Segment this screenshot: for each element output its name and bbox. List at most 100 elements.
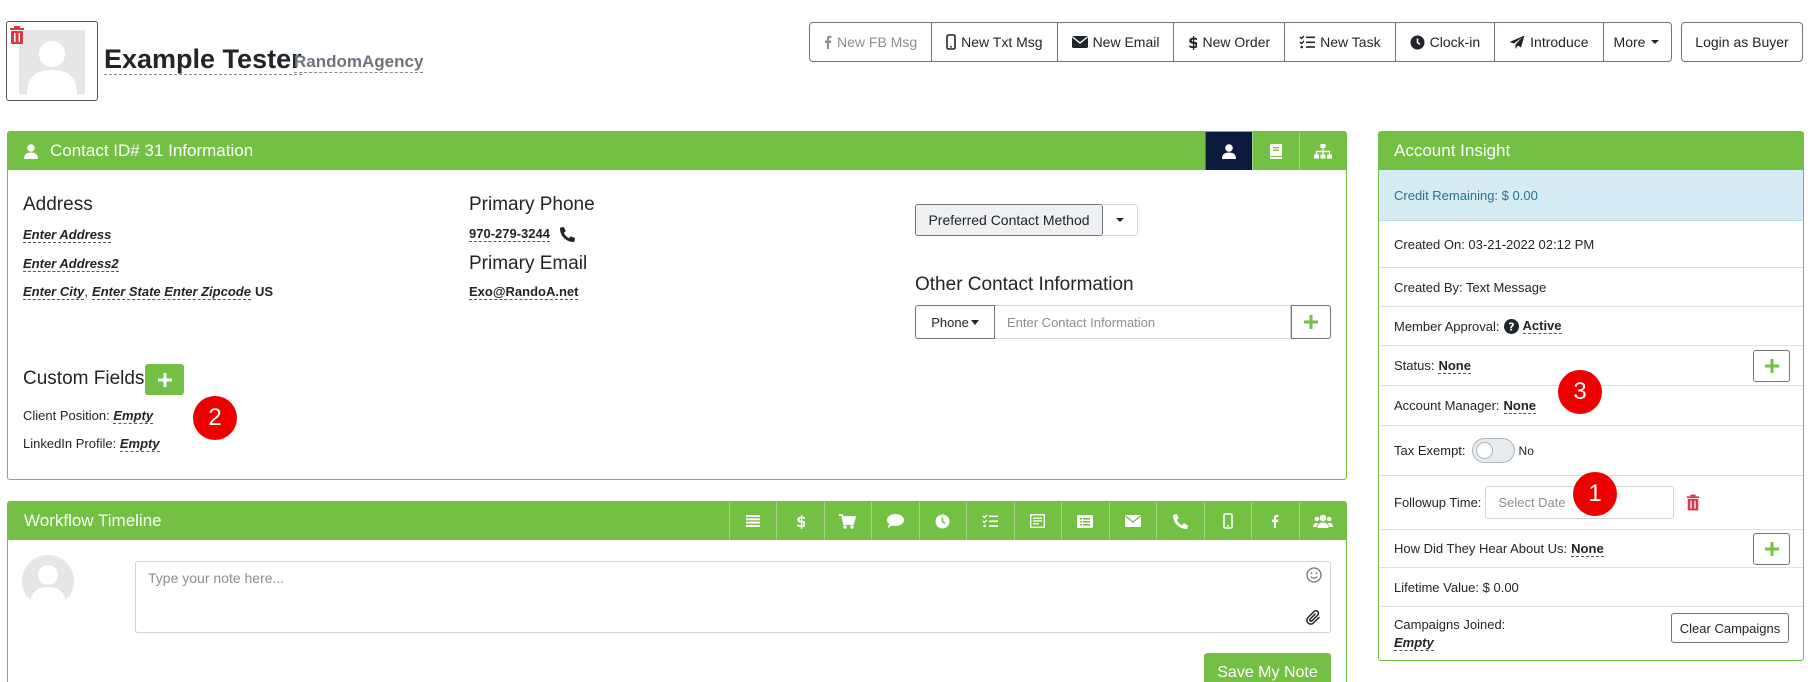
facebook-icon: [825, 35, 832, 49]
created-on-row: Created On: 03-21-2022 02:12 PM: [1379, 221, 1803, 267]
tab-profile[interactable]: [1205, 132, 1252, 170]
address2-field[interactable]: Enter Address2: [23, 256, 119, 272]
filter-all[interactable]: [728, 502, 777, 540]
filter-sms[interactable]: [1203, 502, 1252, 540]
filter-calls[interactable]: [1156, 502, 1204, 540]
workflow-panel-header: Workflow Timeline $: [8, 502, 1346, 540]
delete-contact-icon[interactable]: [9, 26, 25, 44]
primary-email-value[interactable]: Exo@RandoA.net: [469, 284, 579, 300]
new-email-button[interactable]: New Email: [1056, 23, 1174, 61]
filter-notes[interactable]: [1013, 502, 1062, 540]
member-approval-label: Member Approval:: [1394, 318, 1500, 334]
add-status-button[interactable]: [1753, 350, 1790, 382]
new-task-button[interactable]: New Task: [1284, 23, 1394, 61]
address1-field[interactable]: Enter Address: [23, 227, 112, 243]
tab-hierarchy[interactable]: [1299, 132, 1346, 170]
clock-icon: [1410, 35, 1425, 49]
filter-messages[interactable]: [871, 502, 919, 540]
new-txt-msg-button[interactable]: New Txt Msg: [931, 23, 1056, 61]
new-fb-msg-button[interactable]: New FB Msg: [810, 23, 931, 61]
annotation-marker-1: 1: [1573, 472, 1617, 516]
filter-clock[interactable]: [918, 502, 967, 540]
dollar-icon: $: [796, 513, 805, 529]
hear-about-row: How Did They Hear About Us: None: [1379, 529, 1803, 567]
users-icon: [1312, 514, 1333, 528]
contact-type-select[interactable]: Phone: [915, 305, 995, 339]
login-as-buyer-button[interactable]: Login as Buyer: [1681, 22, 1803, 62]
save-note-button[interactable]: Save My Note: [1204, 653, 1331, 682]
introduce-button[interactable]: Introduce: [1494, 23, 1602, 61]
primary-phone-row: 970-279-3244: [469, 226, 575, 242]
question-circle-icon[interactable]: ?: [1503, 318, 1519, 334]
filter-cart[interactable]: [823, 502, 872, 540]
address-heading: Address: [23, 194, 93, 215]
member-approval-value[interactable]: Active: [1522, 318, 1562, 334]
new-order-button[interactable]: $ New Order: [1173, 23, 1284, 61]
envelope-icon: [1071, 36, 1088, 48]
trash-icon[interactable]: [1686, 494, 1700, 511]
custom-field-value[interactable]: Empty: [113, 408, 154, 424]
add-custom-field-button[interactable]: [145, 364, 184, 395]
city-field[interactable]: Enter City: [23, 284, 85, 300]
account-manager-value[interactable]: None: [1503, 398, 1537, 414]
contact-agency[interactable]: RandomAgency: [294, 52, 424, 73]
mobile-icon: [946, 34, 956, 50]
primary-phone-value[interactable]: 970-279-3244: [469, 226, 550, 242]
new-fb-msg-label: New FB Msg: [837, 34, 918, 50]
filter-emails[interactable]: [1108, 502, 1157, 540]
preferred-contact-method-button[interactable]: Preferred Contact Method: [915, 204, 1103, 236]
contact-panel-title: Contact ID# 31 Information: [50, 141, 254, 160]
insight-panel-title: Account Insight: [1394, 141, 1511, 160]
campaigns-value[interactable]: Empty: [1394, 635, 1434, 651]
tax-exempt-label: Tax Exempt:: [1394, 443, 1466, 458]
primary-phone-heading: Primary Phone: [469, 194, 595, 215]
tab-notes[interactable]: [1252, 132, 1299, 170]
tasks-icon: [982, 514, 999, 528]
city-state-zip-line: Enter City , Enter State Enter Zipcode U…: [23, 284, 273, 300]
phone-icon[interactable]: [559, 226, 575, 242]
add-hear-about-button[interactable]: [1753, 533, 1790, 565]
custom-field-row: Client Position: Empty: [23, 408, 154, 424]
user-icon: [1222, 143, 1236, 159]
emoji-icon[interactable]: [1306, 567, 1322, 586]
campaigns-label: Campaigns Joined:: [1394, 617, 1506, 632]
note-textarea[interactable]: Type your note here...: [135, 561, 1331, 633]
hear-about-value[interactable]: None: [1571, 541, 1604, 557]
cart-icon: [839, 513, 857, 529]
dollar-icon: $: [1188, 34, 1197, 50]
filter-facebook[interactable]: [1251, 502, 1299, 540]
mobile-icon: [1222, 513, 1233, 529]
other-contact-input[interactable]: Enter Contact Information: [995, 305, 1291, 339]
svg-text:?: ?: [1508, 320, 1514, 333]
more-dropdown[interactable]: More: [1602, 23, 1672, 61]
paperclip-icon[interactable]: [1306, 610, 1322, 629]
preferred-contact-dropdown[interactable]: [1103, 204, 1138, 236]
filter-orders[interactable]: $: [776, 502, 824, 540]
lifetime-value-text: Lifetime Value: $ 0.00: [1394, 579, 1519, 595]
filter-tasks[interactable]: [966, 502, 1014, 540]
filter-users[interactable]: [1298, 502, 1347, 540]
clock-in-button[interactable]: Clock-in: [1394, 23, 1495, 61]
created-by-row: Created By: Text Message: [1379, 267, 1803, 306]
filter-invoices[interactable]: [1061, 502, 1109, 540]
status-label: Status:: [1394, 358, 1435, 373]
new-email-label: New Email: [1092, 34, 1160, 50]
add-contact-info-button[interactable]: [1291, 305, 1331, 339]
member-approval-row: Member Approval: ? Active: [1379, 306, 1803, 345]
state-zip-field[interactable]: Enter State Enter Zipcode: [92, 284, 251, 300]
custom-field-row: LinkedIn Profile: Empty: [23, 436, 160, 452]
note-icon: [1030, 514, 1046, 528]
status-value[interactable]: None: [1438, 358, 1471, 374]
svg-text:$: $: [1188, 34, 1197, 50]
tax-exempt-row: Tax Exempt: No: [1379, 425, 1803, 475]
custom-field-value[interactable]: Empty: [119, 436, 160, 452]
new-order-label: New Order: [1202, 34, 1271, 50]
created-on-text: Created On: 03-21-2022 02:12 PM: [1394, 236, 1595, 252]
contact-name[interactable]: Example Tester: [104, 44, 302, 75]
more-label: More: [1613, 34, 1646, 50]
action-toolbar: New FB Msg New Txt Msg New Email $ New O…: [809, 22, 1673, 62]
clear-campaigns-button[interactable]: Clear Campaigns: [1671, 613, 1789, 643]
tax-exempt-toggle[interactable]: [1471, 438, 1515, 463]
workflow-filter-tabs: $: [728, 502, 1347, 540]
plus-icon: [1764, 542, 1779, 556]
